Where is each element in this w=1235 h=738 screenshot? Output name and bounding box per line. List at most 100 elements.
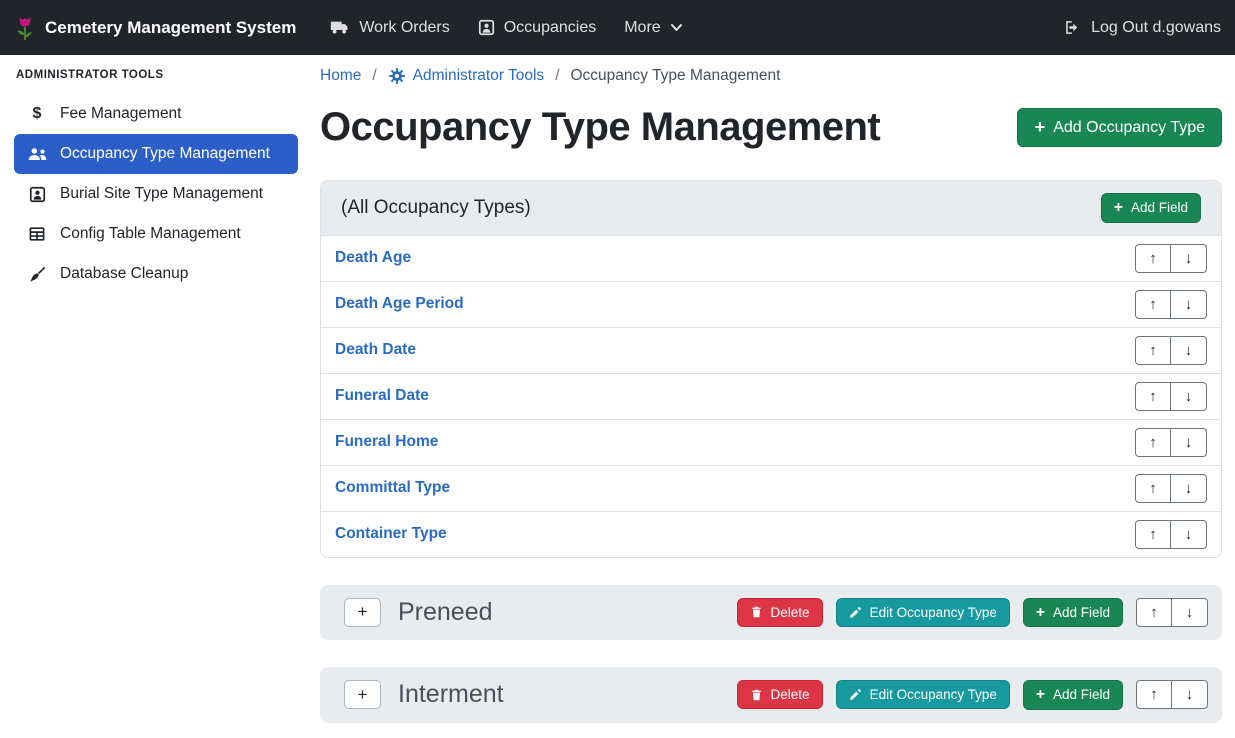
- nav-label: More: [624, 19, 660, 37]
- pencil-icon: [849, 606, 862, 619]
- arrow-down-icon: ↓: [1185, 434, 1193, 451]
- sidebar-item-label: Occupancy Type Management: [60, 145, 270, 163]
- move-down-button[interactable]: ↓: [1172, 680, 1208, 709]
- sidebar-item-config-table-management[interactable]: Config Table Management: [14, 214, 298, 254]
- arrow-up-icon: ↑: [1150, 604, 1158, 621]
- arrow-up-icon: ↑: [1149, 342, 1157, 359]
- sidebar-item-database-cleanup[interactable]: Database Cleanup: [14, 254, 298, 294]
- move-up-button[interactable]: ↑: [1135, 428, 1171, 457]
- plus-icon: +: [358, 602, 368, 622]
- card-header: (All Occupancy Types) + Add Field: [321, 181, 1221, 236]
- field-link[interactable]: Death Date: [335, 341, 416, 359]
- edit-occupancy-type-button[interactable]: Edit Occupancy Type: [836, 680, 1010, 709]
- move-up-button[interactable]: ↑: [1135, 382, 1171, 411]
- arrow-up-icon: ↑: [1149, 250, 1157, 267]
- occupancy-type-title: Interment: [398, 680, 504, 709]
- move-up-button[interactable]: ↑: [1136, 598, 1172, 627]
- plus-icon: +: [1114, 200, 1123, 216]
- arrow-down-icon: ↓: [1186, 686, 1194, 703]
- move-up-button[interactable]: ↑: [1135, 520, 1171, 549]
- move-down-button[interactable]: ↓: [1171, 428, 1207, 457]
- button-label: Edit Occupancy Type: [870, 605, 997, 620]
- expand-button[interactable]: +: [344, 598, 381, 627]
- sidebar-item-occupancy-type-management[interactable]: Occupancy Type Management: [14, 134, 298, 174]
- field-link[interactable]: Funeral Home: [335, 433, 438, 451]
- arrow-down-icon: ↓: [1186, 604, 1194, 621]
- arrow-up-icon: ↑: [1149, 434, 1157, 451]
- field-row: Death Age Period ↑ ↓: [321, 281, 1221, 327]
- button-label: Add Field: [1053, 605, 1110, 620]
- move-down-button[interactable]: ↓: [1171, 336, 1207, 365]
- main-content: Home /: [310, 55, 1235, 723]
- delete-occupancy-type-button[interactable]: Delete: [737, 680, 823, 709]
- button-label: Delete: [771, 687, 810, 702]
- breadcrumb: Home /: [320, 67, 1222, 85]
- arrow-up-icon: ↑: [1149, 296, 1157, 313]
- top-navbar: Cemetery Management System Work Orders O…: [0, 0, 1235, 55]
- reorder-button-group: ↑ ↓: [1135, 244, 1207, 273]
- breadcrumb-current: Occupancy Type Management: [571, 67, 781, 85]
- breadcrumb-separator: /: [555, 67, 559, 85]
- plus-icon: +: [1036, 687, 1045, 703]
- move-down-button[interactable]: ↓: [1172, 598, 1208, 627]
- field-link[interactable]: Container Type: [335, 525, 447, 543]
- move-up-button[interactable]: ↑: [1135, 244, 1171, 273]
- logout-link[interactable]: Log Out d.gowans: [1049, 0, 1221, 55]
- arrow-up-icon: ↑: [1149, 526, 1157, 543]
- app-brand[interactable]: Cemetery Management System: [14, 14, 296, 42]
- button-label: Add Field: [1053, 687, 1110, 702]
- reorder-button-group: ↑ ↓: [1135, 428, 1207, 457]
- page-title: Occupancy Type Management: [320, 105, 880, 150]
- arrow-down-icon: ↓: [1185, 480, 1193, 497]
- arrow-down-icon: ↓: [1185, 388, 1193, 405]
- arrow-down-icon: ↓: [1185, 296, 1193, 313]
- field-link[interactable]: Death Age: [335, 249, 411, 267]
- expand-button[interactable]: +: [344, 680, 381, 709]
- reorder-button-group: ↑ ↓: [1135, 382, 1207, 411]
- move-down-button[interactable]: ↓: [1171, 520, 1207, 549]
- dollar-icon: $: [26, 105, 48, 123]
- reorder-button-group: ↑ ↓: [1135, 520, 1207, 549]
- trash-icon: [750, 688, 763, 702]
- delete-occupancy-type-button[interactable]: Delete: [737, 598, 823, 627]
- arrow-up-icon: ↑: [1149, 388, 1157, 405]
- nav-more[interactable]: More: [610, 0, 696, 55]
- section-actions: Delete Edit Occupancy Type + Add Field ↑: [737, 680, 1208, 710]
- occupancy-type-title: Preneed: [398, 598, 493, 627]
- arrow-down-icon: ↓: [1185, 342, 1193, 359]
- reorder-button-group: ↑ ↓: [1135, 474, 1207, 503]
- table-icon: [26, 225, 48, 243]
- edit-occupancy-type-button[interactable]: Edit Occupancy Type: [836, 598, 1010, 627]
- reorder-button-group: ↑ ↓: [1135, 290, 1207, 319]
- move-down-button[interactable]: ↓: [1171, 382, 1207, 411]
- reorder-button-group: ↑ ↓: [1135, 336, 1207, 365]
- person-frame-icon: [26, 186, 48, 203]
- add-field-button[interactable]: + Add Field: [1023, 680, 1123, 710]
- move-up-button[interactable]: ↑: [1135, 290, 1171, 319]
- nav-work-orders[interactable]: Work Orders: [316, 0, 463, 55]
- section-actions: Delete Edit Occupancy Type + Add Field ↑: [737, 598, 1208, 628]
- field-row: Death Date ↑ ↓: [321, 327, 1221, 373]
- move-up-button[interactable]: ↑: [1136, 680, 1172, 709]
- nav-label: Occupancies: [504, 19, 597, 37]
- field-link[interactable]: Death Age Period: [335, 295, 464, 313]
- field-link[interactable]: Funeral Date: [335, 387, 429, 405]
- move-down-button[interactable]: ↓: [1171, 474, 1207, 503]
- move-up-button[interactable]: ↑: [1135, 474, 1171, 503]
- move-down-button[interactable]: ↓: [1171, 244, 1207, 273]
- breadcrumb-administrator-tools[interactable]: Administrator Tools: [388, 67, 545, 85]
- add-field-button[interactable]: + Add Field: [1023, 598, 1123, 628]
- add-field-button[interactable]: + Add Field: [1101, 193, 1201, 223]
- sidebar-item-burial-site-type-management[interactable]: Burial Site Type Management: [14, 174, 298, 214]
- breadcrumb-home[interactable]: Home: [320, 67, 361, 85]
- sidebar-item-fee-management[interactable]: $ Fee Management: [14, 94, 298, 134]
- button-label: Add Field: [1131, 200, 1188, 215]
- nav-occupancies[interactable]: Occupancies: [464, 0, 611, 55]
- move-up-button[interactable]: ↑: [1135, 336, 1171, 365]
- trash-icon: [750, 605, 763, 619]
- move-down-button[interactable]: ↓: [1171, 290, 1207, 319]
- add-occupancy-type-button[interactable]: + Add Occupancy Type: [1017, 108, 1222, 146]
- plus-icon: +: [1036, 605, 1045, 621]
- sidebar-item-label: Burial Site Type Management: [60, 185, 263, 203]
- field-link[interactable]: Committal Type: [335, 479, 450, 497]
